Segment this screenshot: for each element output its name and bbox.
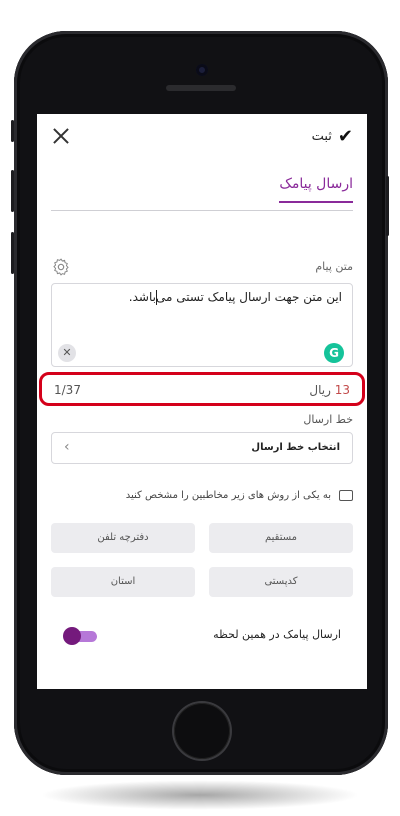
earpiece-speaker [166,85,236,91]
grammarly-icon[interactable]: G [324,343,344,363]
tag-icon [339,490,353,501]
option-phonebook-button[interactable]: دفترچه تلفن [51,523,195,553]
option-postal-code-button[interactable]: کدپستی [209,567,353,597]
save-button[interactable]: ✔ ثبت [312,126,353,147]
check-icon: ✔ [337,126,353,147]
message-text: این متن جهت ارسال پیامک تستی می‌باشد. [128,290,342,304]
send-line-label: خط ارسال [303,413,353,426]
volume-down-button [11,232,14,274]
toggle-knob [63,627,81,645]
option-direct-button[interactable]: مستقیم [209,523,353,553]
instant-send-label: ارسال پیامک در همین لحظه [213,628,341,641]
sms-price: 13 ریال [309,383,350,397]
instant-send-toggle[interactable] [63,627,97,645]
tab-bar: ارسال پیامک [51,172,353,211]
app-screen: ✔ ثبت ارسال پیامک متن پیام این متن جهت ا… [37,114,367,689]
volume-up-button [11,170,14,212]
save-label: ثبت [311,129,332,144]
tab-send-sms[interactable]: ارسال پیامک [279,176,353,203]
message-label: متن پیام [315,260,353,273]
send-line-placeholder: انتخاب خط ارسال [251,442,340,453]
front-camera [196,64,208,76]
top-bar: ✔ ثبت [37,114,367,158]
audience-prompt: به یکی از روش های زیر مخاطبین را مشخص کن… [126,490,353,501]
option-province-button[interactable]: استان [51,567,195,597]
close-icon[interactable] [51,126,71,146]
price-value: 13 [334,383,350,397]
message-textarea[interactable]: این متن جهت ارسال پیامک تستی می‌باشد. ✕ … [51,283,353,367]
character-count: 1/37 [54,383,81,397]
audience-prompt-text: به یکی از روش های زیر مخاطبین را مشخص کن… [125,490,331,501]
send-line-select[interactable]: انتخاب خط ارسال ‹ [51,432,353,464]
price-unit: ریال [309,383,331,397]
instant-send-row: ارسال پیامک در همین لحظه [51,621,353,651]
chevron-left-icon: ‹ [64,439,70,455]
mute-switch [11,120,14,142]
clear-icon[interactable]: ✕ [58,344,76,362]
power-button [386,176,389,236]
phone-shadow [40,780,360,810]
home-button[interactable] [174,703,230,759]
gear-icon[interactable] [51,257,71,277]
sms-counter-highlight: 1/37 13 ریال [39,372,365,406]
